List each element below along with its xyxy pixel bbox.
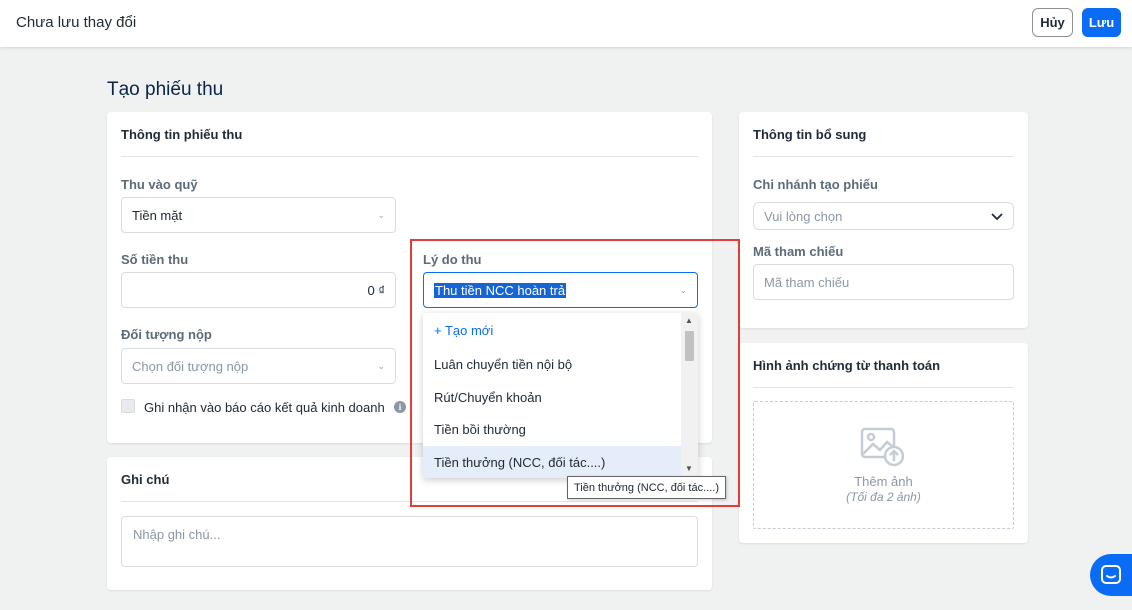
receipt-info-title: Thông tin phiếu thu [121,127,243,142]
reason-option[interactable]: Luân chuyển tiền nội bộ [423,349,681,379]
amount-label: Số tiền thu [121,252,189,267]
branch-select[interactable]: Vui lòng chọn [753,202,1014,230]
fund-value: Tiền mặt [132,207,183,223]
reference-label: Mã tham chiếu [753,244,844,259]
image-upload-icon [860,427,905,467]
report-checkbox[interactable] [121,399,135,413]
payment-images-title: Hình ảnh chứng từ thanh toán [753,358,941,373]
reference-placeholder: Mã tham chiếu [764,274,850,290]
chevron-down-icon [991,213,1003,221]
amount-input[interactable]: 0 ₫ [121,272,396,308]
top-bar: Chưa lưu thay đổi Hủy Lưu [0,0,1132,47]
payer-select[interactable]: Chọn đối tượng nộp ⌄ [121,348,396,384]
reason-option[interactable]: Tiền bồi thường [423,414,681,444]
branch-label: Chi nhánh tạo phiếu [753,177,878,192]
add-image-label: Thêm ảnh [854,474,913,489]
divider [753,387,1014,388]
scroll-up-icon[interactable]: ▲ [685,316,693,325]
divider [753,156,1014,157]
payment-images-card: Hình ảnh chứng từ thanh toán Thêm ảnh (T… [739,343,1028,543]
save-button[interactable]: Lưu [1082,8,1121,37]
extra-info-title: Thông tin bổ sung [753,127,867,142]
branch-placeholder: Vui lòng chọn [764,208,843,224]
scroll-down-icon[interactable]: ▼ [685,464,693,473]
amount-value: 0 ₫ [367,282,385,298]
extra-info-card: Thông tin bổ sung Chi nhánh tạo phiếu Vu… [739,112,1028,328]
dropdown-scrollbar[interactable]: ▲ ▼ [681,313,698,478]
info-icon[interactable]: i [394,401,406,413]
image-limit-label: (Tối đa 2 ảnh) [846,490,921,504]
scrollbar-thumb[interactable] [685,331,694,361]
reason-option-hovered[interactable]: Tiền thưởng (NCC, đối tác....) [423,446,681,478]
chevron-down-icon: ⌄ [377,361,385,371]
report-checkbox-label: Ghi nhận vào báo cáo kết quả kinh doanh [144,400,385,415]
reference-input[interactable]: Mã tham chiếu [753,264,1014,300]
fund-label: Thu vào quỹ [121,177,198,192]
note-placeholder: Nhập ghi chú... [133,527,221,542]
payer-placeholder: Chọn đối tượng nộp [132,358,249,374]
chat-icon [1101,565,1121,584]
reason-dropdown: + Tạo mới Luân chuyển tiền nội bộ Rút/Ch… [423,313,698,478]
image-upload-area[interactable]: Thêm ảnh (Tối đa 2 ảnh) [753,401,1014,529]
create-new-option[interactable]: + Tạo mới [423,315,681,345]
note-textarea[interactable]: Nhập ghi chú... [121,516,698,567]
cancel-button[interactable]: Hủy [1032,8,1073,37]
chat-support-button[interactable] [1090,554,1132,596]
unsaved-changes-title: Chưa lưu thay đổi [16,14,137,31]
fund-select[interactable]: Tiền mặt ⌄ [121,197,396,233]
chevron-down-icon: ⌄ [377,210,385,220]
page-title: Tạo phiếu thu [107,79,224,100]
option-tooltip: Tiền thưởng (NCC, đối tác....) [567,476,726,499]
note-title: Ghi chú [121,472,170,487]
payer-label: Đối tượng nộp [121,327,212,342]
divider [121,156,698,157]
reason-option[interactable]: Rút/Chuyển khoản [423,382,681,412]
